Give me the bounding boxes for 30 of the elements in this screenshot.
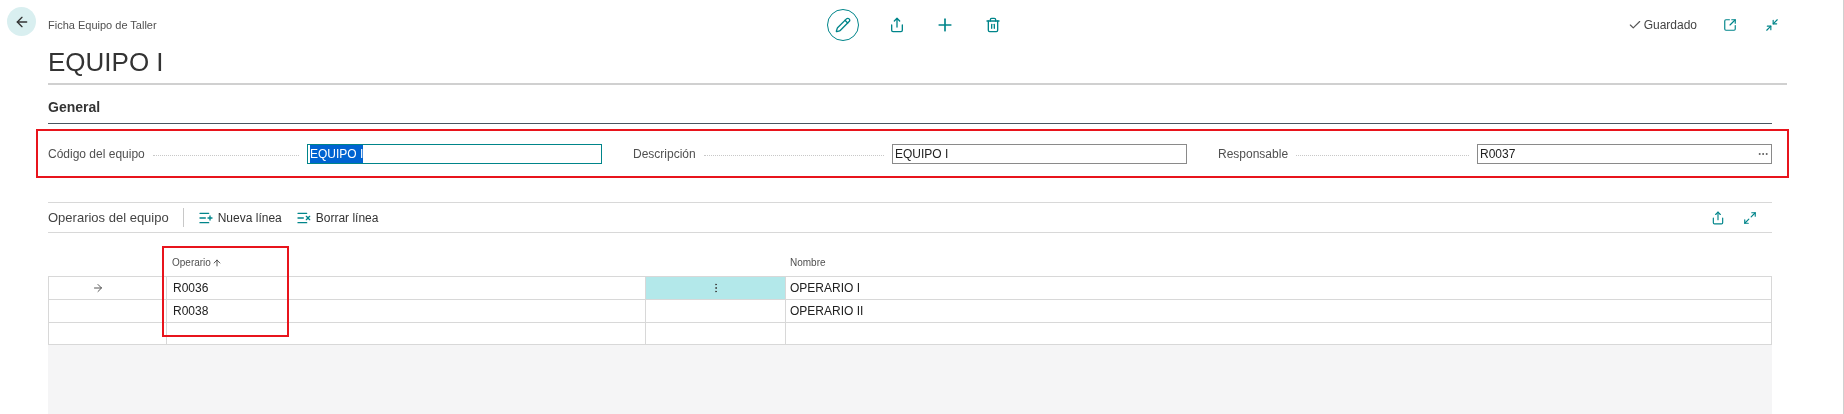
table-cell-text: R0038 bbox=[173, 303, 209, 320]
share-button[interactable] bbox=[1710, 209, 1726, 226]
table-cell-text: OPERARIO I bbox=[790, 280, 860, 297]
field-label: Descripción bbox=[633, 145, 696, 163]
section-heading: General bbox=[48, 99, 101, 115]
column-header[interactable]: Operario bbox=[172, 255, 222, 270]
column-header[interactable]: Nombre bbox=[790, 255, 826, 270]
open-new-window-button[interactable] bbox=[1721, 16, 1739, 34]
collapse-button[interactable] bbox=[1763, 16, 1781, 34]
table-cell-text: OPERARIO II bbox=[790, 303, 864, 320]
table-cell-text: R0036 bbox=[173, 280, 209, 297]
subpage-heading: Operarios del equipo bbox=[48, 207, 184, 228]
save-status: Guardado bbox=[1643, 17, 1697, 34]
pencil-icon bbox=[835, 17, 851, 33]
breadcrumb: Ficha Equipo de Taller bbox=[48, 17, 157, 33]
field-value: EQUIPO I bbox=[895, 145, 949, 163]
input-field[interactable]: EQUIPO I bbox=[892, 143, 1187, 164]
field-label: Código del equipo bbox=[48, 145, 145, 163]
row-menu-cell[interactable] bbox=[646, 277, 786, 299]
page-title: EQUIPO I bbox=[48, 46, 165, 79]
field-value: EQUIPO I bbox=[310, 144, 364, 163]
action-button[interactable]: Borrar línea bbox=[295, 208, 379, 227]
expand-button[interactable] bbox=[1742, 209, 1758, 226]
check-icon bbox=[1627, 18, 1642, 32]
action-button[interactable]: Nueva línea bbox=[197, 208, 282, 227]
field-label: Responsable bbox=[1218, 145, 1289, 163]
field-value: R0037 bbox=[1480, 145, 1516, 163]
input-field[interactable]: R0037 bbox=[1477, 143, 1772, 164]
input-field[interactable]: EQUIPO I bbox=[307, 143, 602, 164]
back-button[interactable] bbox=[7, 7, 36, 36]
